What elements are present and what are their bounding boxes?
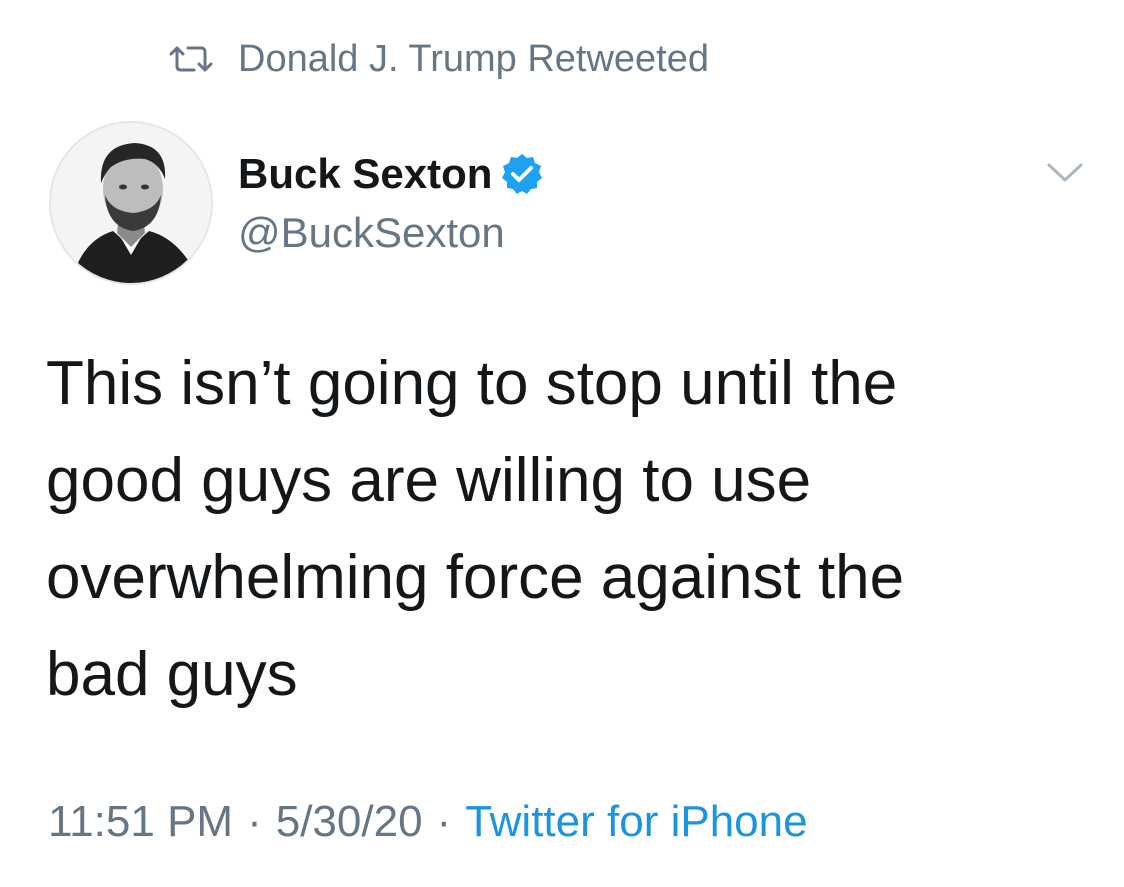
retweet-icon	[168, 41, 216, 77]
meta-separator: ·	[247, 797, 262, 846]
author-name-row[interactable]: Buck Sexton	[238, 148, 544, 200]
avatar[interactable]	[49, 121, 213, 285]
retweet-banner[interactable]: Donald J. Trump Retweeted	[168, 34, 709, 84]
tweet-text: This isn’t going to stop until the good …	[46, 349, 905, 709]
tweet-source-link[interactable]: Twitter for iPhone	[465, 792, 807, 852]
author-handle[interactable]: @BuckSexton	[238, 206, 505, 260]
chevron-down-icon[interactable]	[1044, 158, 1086, 188]
tweet-time[interactable]: 11:51 PM	[48, 792, 233, 852]
meta-separator: ·	[436, 797, 452, 846]
verified-badge-icon	[500, 152, 544, 196]
retweet-banner-label[interactable]: Donald J. Trump Retweeted	[238, 34, 709, 84]
tweet-meta: 11:51 PM · 5/30/20 · Twitter for iPhone	[48, 792, 808, 852]
author-display-name[interactable]: Buck Sexton	[238, 148, 492, 200]
tweet-date[interactable]: 5/30/20	[276, 792, 423, 852]
